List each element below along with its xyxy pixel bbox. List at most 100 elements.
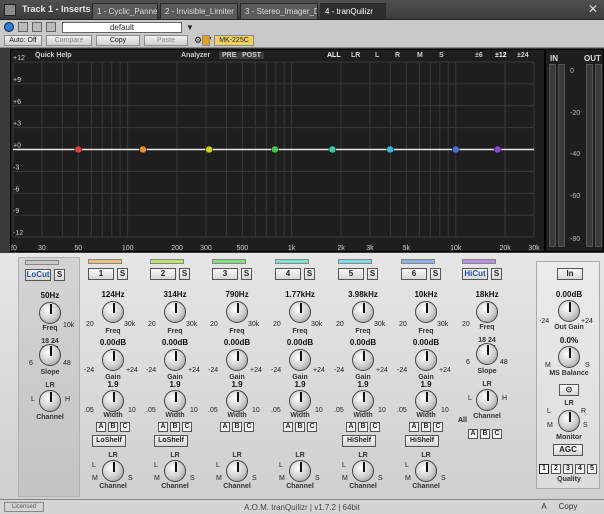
band-2-freq-knob[interactable] xyxy=(164,301,186,323)
band-6-gain-knob[interactable] xyxy=(415,349,437,371)
eq-band-node[interactable] xyxy=(139,145,147,154)
eq-graph[interactable]: +12 +9 +6 +3 +0 -3 -6 -9 -12 20 30 50 100 200 300 500 1k… xyxy=(11,50,546,253)
locut-channel-knob[interactable] xyxy=(39,390,61,412)
copy-button[interactable]: Copy xyxy=(96,35,140,46)
hicut-enable-button[interactable]: HiCut xyxy=(462,268,488,280)
hicut-freq-knob[interactable] xyxy=(476,301,498,323)
band-3-gain-knob[interactable] xyxy=(226,349,248,371)
band-4-b-button[interactable]: B xyxy=(295,422,305,432)
tab-tranquilizr[interactable]: 4 - tranQuilizr xyxy=(320,3,386,19)
hicut-channel-knob[interactable] xyxy=(476,389,498,411)
locut-solo-button[interactable]: S xyxy=(54,269,65,281)
eq-band-node[interactable] xyxy=(74,145,83,154)
in-button[interactable]: In xyxy=(557,268,583,280)
band-6-c-button[interactable]: C xyxy=(433,422,443,432)
band-3-a-button[interactable]: A xyxy=(220,422,230,432)
band-5-gain-knob[interactable] xyxy=(352,349,374,371)
band-6-freq-knob[interactable] xyxy=(415,301,437,323)
eq-band-node[interactable] xyxy=(271,145,279,154)
auto-off-button[interactable]: Auto: Off xyxy=(4,35,42,46)
eq-band-node[interactable] xyxy=(386,145,394,154)
band-2-a-button[interactable]: A xyxy=(158,422,168,432)
ms-balance-knob[interactable] xyxy=(558,346,580,368)
band-1-width-knob[interactable] xyxy=(102,390,124,412)
band-4-enable-button[interactable]: 4 xyxy=(275,268,301,280)
agc-button[interactable]: AGC xyxy=(553,444,583,456)
power-icon[interactable] xyxy=(4,22,14,32)
bypass-icon[interactable] xyxy=(18,22,28,32)
all-b-button[interactable]: B xyxy=(480,429,490,439)
band-1-enable-button[interactable]: 1 xyxy=(88,268,114,280)
locut-slope-knob[interactable] xyxy=(39,344,61,366)
eq-band-node[interactable] xyxy=(205,145,213,154)
band-5-c-button[interactable]: C xyxy=(370,422,380,432)
quality-2-button[interactable]: 2 xyxy=(551,464,561,474)
gear-icon[interactable]: ⚙ xyxy=(194,35,202,46)
band-3-enable-button[interactable]: 3 xyxy=(212,268,238,280)
band-1-c-button[interactable]: C xyxy=(120,422,130,432)
ab-copy-button[interactable]: Copy xyxy=(556,502,580,513)
locut-freq-knob[interactable] xyxy=(39,302,61,324)
compare-button[interactable]: Compare xyxy=(46,35,92,46)
band-6-solo-button[interactable]: S xyxy=(430,268,441,280)
band-1-channel-knob[interactable] xyxy=(102,460,124,482)
band-4-c-button[interactable]: C xyxy=(307,422,317,432)
all-a-button[interactable]: A xyxy=(468,429,478,439)
tab-cyclic-panner[interactable]: 1 - Cyclic_Panner xyxy=(92,3,158,19)
quality-3-button[interactable]: 3 xyxy=(563,464,573,474)
band-3-freq-knob[interactable] xyxy=(226,301,248,323)
eq-band-node[interactable] xyxy=(328,145,337,154)
band-3-channel-knob[interactable] xyxy=(226,460,248,482)
band-5-b-button[interactable]: B xyxy=(358,422,368,432)
band-5-solo-button[interactable]: S xyxy=(367,268,378,280)
tab-stereo-imager[interactable]: 3 - Stereo_Imager_D xyxy=(240,3,318,19)
band-6-a-button[interactable]: A xyxy=(409,422,419,432)
tab-invisible-limiter[interactable]: 2 - Invisible_Limiter xyxy=(160,3,238,19)
band-2-c-button[interactable]: C xyxy=(182,422,192,432)
paste-button[interactable]: Paste xyxy=(144,35,188,46)
band-4-width-knob[interactable] xyxy=(289,390,311,412)
band-5-width-knob[interactable] xyxy=(352,390,374,412)
band-3-c-button[interactable]: C xyxy=(244,422,254,432)
band-5-enable-button[interactable]: 5 xyxy=(338,268,364,280)
band-4-solo-button[interactable]: S xyxy=(304,268,315,280)
hicut-solo-button[interactable]: S xyxy=(491,268,502,280)
close-icon[interactable]: ✕ xyxy=(588,2,598,16)
band-4-freq-knob[interactable] xyxy=(289,301,311,323)
band-3-b-button[interactable]: B xyxy=(232,422,242,432)
quality-1-button[interactable]: 1 xyxy=(539,464,549,474)
quality-5-button[interactable]: 5 xyxy=(587,464,597,474)
band-2-gain-knob[interactable] xyxy=(164,349,186,371)
band-1-b-button[interactable]: B xyxy=(108,422,118,432)
out-gain-knob[interactable] xyxy=(558,300,580,322)
band-1-solo-button[interactable]: S xyxy=(117,268,128,280)
band-1-shelf-button[interactable]: LoShelf xyxy=(92,435,126,447)
band-6-channel-knob[interactable] xyxy=(415,460,437,482)
band-1-freq-knob[interactable] xyxy=(102,301,124,323)
band-4-a-button[interactable]: A xyxy=(283,422,293,432)
band-6-b-button[interactable]: B xyxy=(421,422,431,432)
eq-display[interactable]: Quick Help Analyzer PRE POST ALL LR L R … xyxy=(10,49,545,252)
band-4-gain-knob[interactable] xyxy=(289,349,311,371)
preset-selector[interactable]: default xyxy=(62,22,182,33)
band-5-freq-knob[interactable] xyxy=(352,301,374,323)
monitor-knob[interactable] xyxy=(558,410,580,432)
band-2-width-knob[interactable] xyxy=(164,390,186,412)
all-c-button[interactable]: C xyxy=(492,429,502,439)
locut-enable-button[interactable]: LoCut xyxy=(25,269,51,281)
band-2-enable-button[interactable]: 2 xyxy=(150,268,176,280)
window-menu-icon[interactable] xyxy=(4,4,16,16)
preset-dropdown-icon[interactable]: ▼ xyxy=(186,23,194,32)
band-6-shelf-button[interactable]: HiShelf xyxy=(405,435,439,447)
band-3-solo-button[interactable]: S xyxy=(241,268,252,280)
band-6-width-knob[interactable] xyxy=(415,390,437,412)
hicut-slope-knob[interactable] xyxy=(476,343,498,365)
band-2-shelf-button[interactable]: LoShelf xyxy=(154,435,188,447)
eq-band-node[interactable] xyxy=(451,145,460,154)
write-icon[interactable] xyxy=(46,22,56,32)
ab-a-button[interactable]: A xyxy=(538,502,550,513)
band-2-solo-button[interactable]: S xyxy=(179,268,190,280)
band-1-gain-knob[interactable] xyxy=(102,349,124,371)
quality-4-button[interactable]: 4 xyxy=(575,464,585,474)
reset-button[interactable]: ⊙ xyxy=(559,384,579,396)
